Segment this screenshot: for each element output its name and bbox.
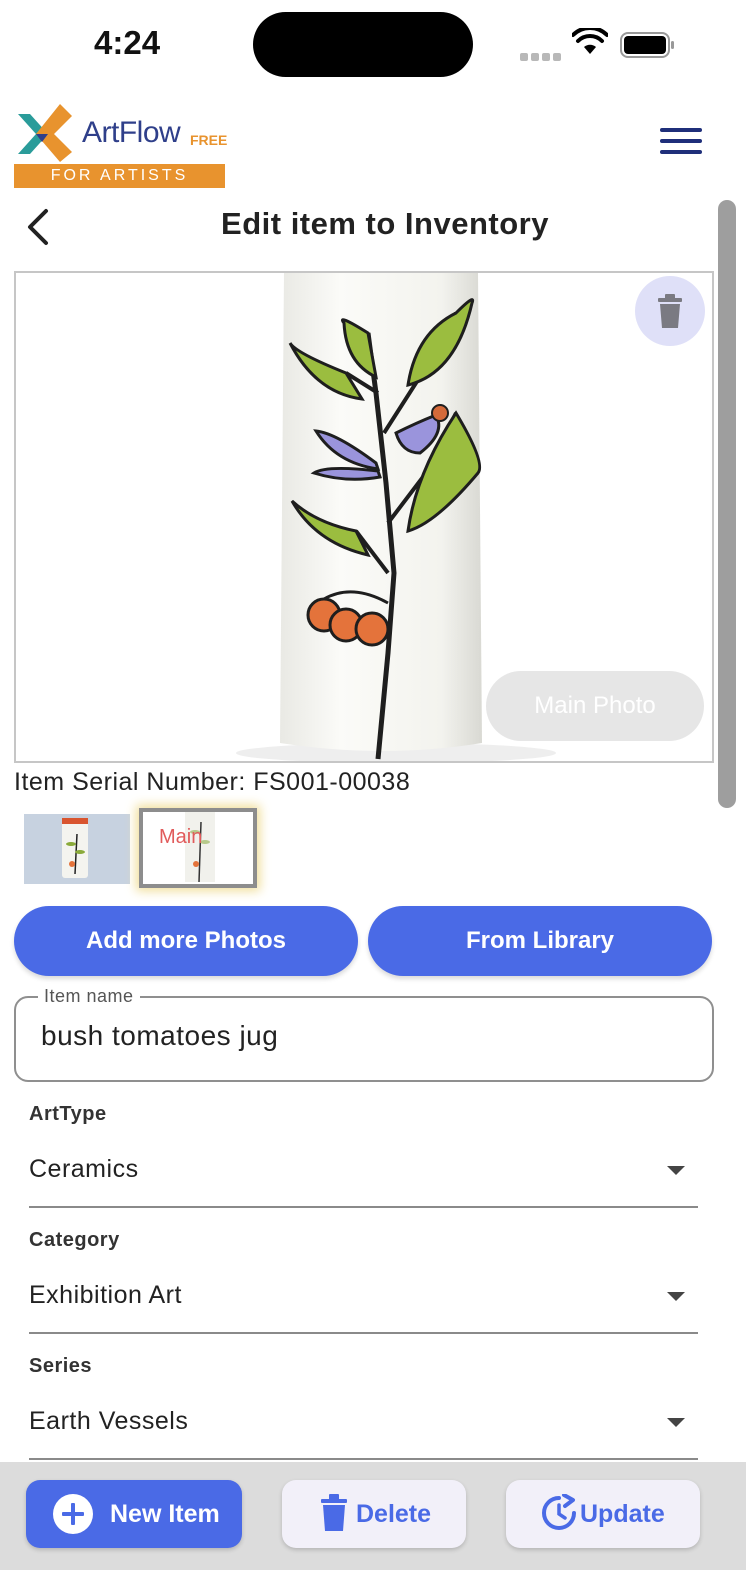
update-button[interactable]: Update <box>506 1480 700 1548</box>
set-main-photo-button[interactable]: Main Photo <box>486 671 704 741</box>
category-underline <box>29 1332 698 1334</box>
update-clock-icon <box>542 1494 576 1530</box>
item-serial-number: Item Serial Number: FS001-00038 <box>14 768 411 796</box>
dropdown-arrow-icon[interactable] <box>667 1292 685 1301</box>
photo-thumbnail-main[interactable]: Main <box>139 808 257 888</box>
logo-mark-icon <box>18 104 72 162</box>
trash-icon <box>658 294 682 328</box>
series-label: Series <box>29 1355 93 1377</box>
arttype-select[interactable]: Ceramics <box>29 1155 139 1184</box>
status-time: 4:24 <box>94 24 161 61</box>
series-underline <box>29 1458 698 1460</box>
status-icons <box>520 28 680 61</box>
scrollbar[interactable] <box>718 200 736 808</box>
dropdown-arrow-icon[interactable] <box>667 1418 685 1427</box>
category-label: Category <box>29 1229 120 1251</box>
cellular-signal-icon <box>520 48 564 66</box>
series-select[interactable]: Earth Vessels <box>29 1407 188 1436</box>
dynamic-island <box>253 12 473 77</box>
thumbnail-image <box>24 814 130 884</box>
arttype-underline <box>29 1206 698 1208</box>
arttype-label: ArtType <box>29 1103 107 1125</box>
update-label: Update <box>580 1500 665 1528</box>
new-item-button[interactable]: New Item <box>26 1480 242 1548</box>
add-more-photos-button[interactable]: Add more Photos <box>14 906 358 976</box>
from-library-button[interactable]: From Library <box>368 906 712 976</box>
delete-button[interactable]: Delete <box>282 1480 466 1548</box>
item-name-label: Item name <box>38 986 140 1007</box>
trash-icon <box>321 1494 347 1531</box>
item-name-field[interactable]: Item name bush tomatoes jug <box>14 986 714 1082</box>
dropdown-arrow-icon[interactable] <box>667 1166 685 1175</box>
logo-free-badge: FREE <box>190 132 228 148</box>
photo-thumbnail[interactable] <box>24 814 130 884</box>
plus-circle-icon <box>53 1494 93 1534</box>
main-photo-viewer[interactable]: Main Photo <box>14 271 714 763</box>
category-select[interactable]: Exhibition Art <box>29 1281 182 1310</box>
page-title: Edit item to Inventory <box>221 206 549 241</box>
delete-photo-button[interactable] <box>635 276 705 346</box>
logo-tagline: FOR ARTISTS <box>14 164 225 188</box>
logo-name: ArtFlow <box>82 116 181 149</box>
battery-icon <box>620 32 674 58</box>
wifi-icon <box>572 28 608 54</box>
thumbnail-main-label: Main <box>159 826 203 848</box>
item-name-input[interactable]: bush tomatoes jug <box>41 1020 278 1052</box>
app-logo: ArtFlow FREE FOR ARTISTS <box>14 100 228 190</box>
hamburger-menu-icon[interactable] <box>660 128 702 162</box>
delete-label: Delete <box>356 1500 432 1528</box>
new-item-label: New Item <box>110 1500 220 1528</box>
